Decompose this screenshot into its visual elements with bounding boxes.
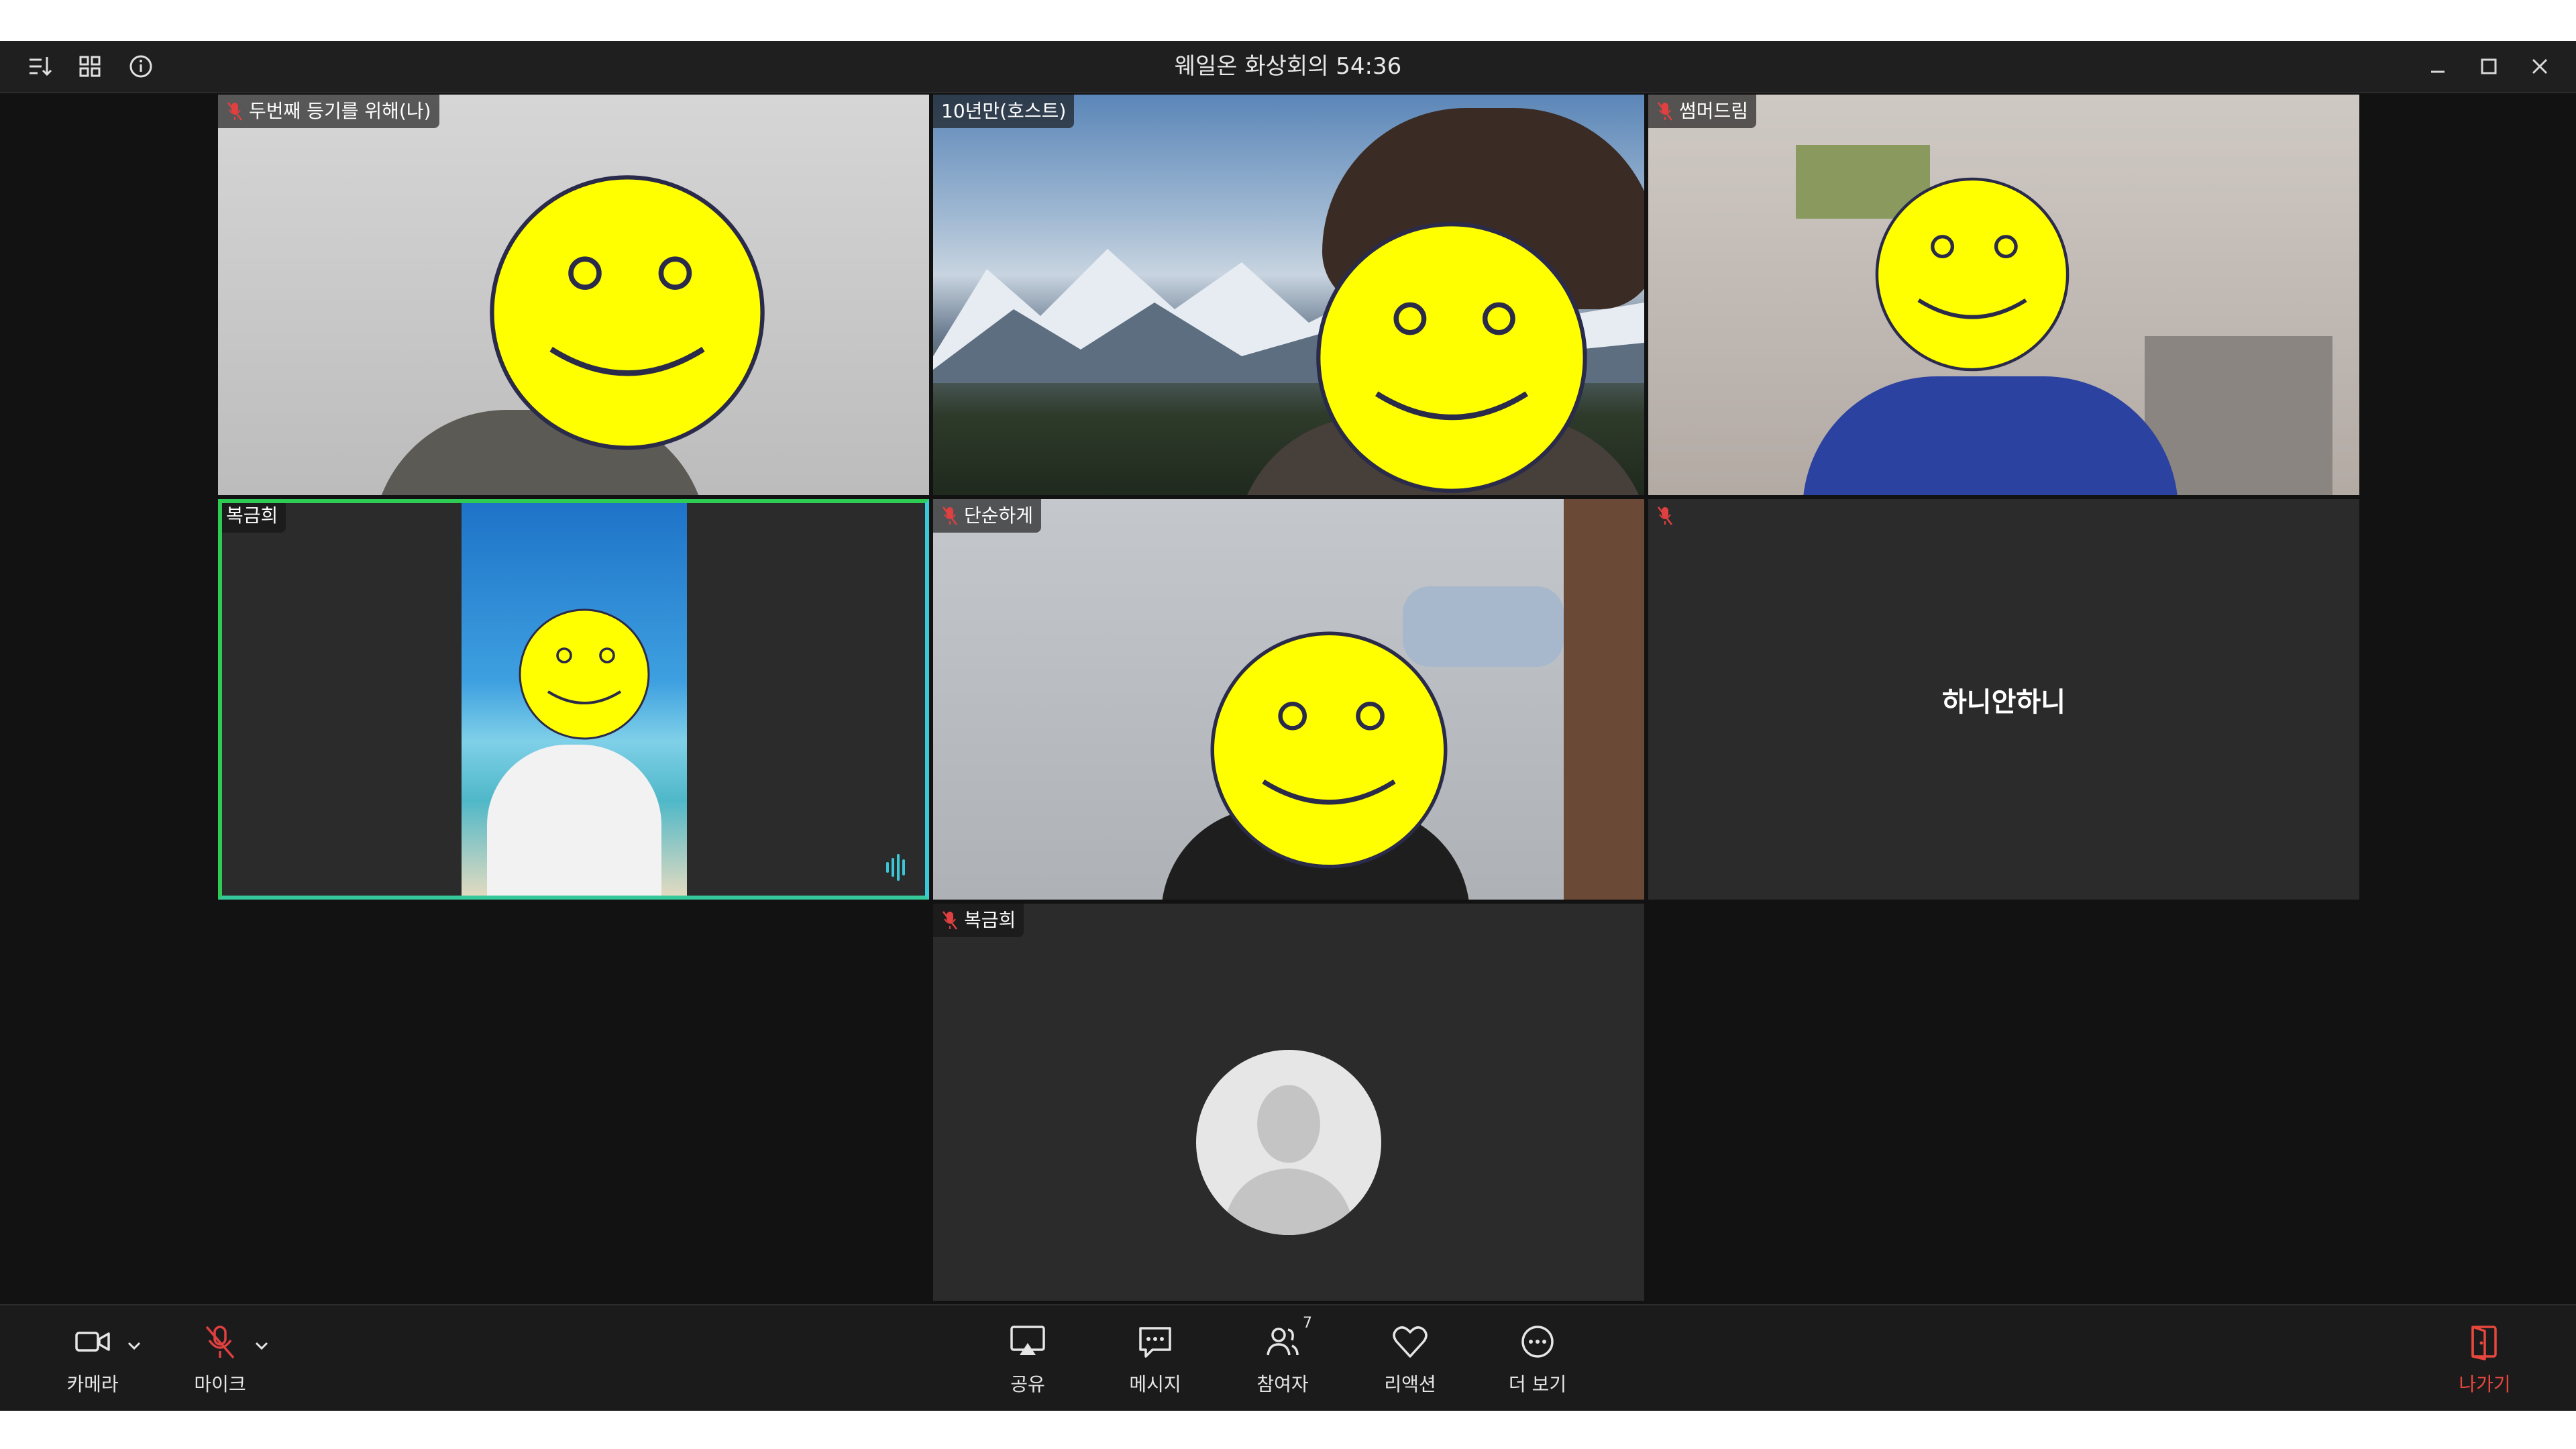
participants-count-badge: 7 (1303, 1314, 1312, 1332)
share-button[interactable]: 공유 (994, 1305, 1061, 1411)
camera-label: 카메라 (66, 1373, 119, 1395)
person-body (1803, 376, 2178, 495)
video-tile-participant[interactable]: 썸머드림 (1648, 95, 2359, 495)
mic-button[interactable]: 마이크 (186, 1305, 254, 1411)
participant-display-name: 하니안하니 (1942, 686, 2065, 718)
participant-name-tag: 단순하게 (933, 499, 1042, 533)
participant-name-tag: 10년만(호스트) (933, 95, 1075, 128)
bottom-toolbar: 카메라 마이크 공유 메시지 7 참여자 리액션 더 보기 나가기 (0, 1304, 2576, 1411)
video-tile-camera-off[interactable]: 복금희 (933, 904, 1644, 1301)
chevron-down-icon[interactable] (126, 1339, 142, 1352)
leave-label: 나가기 (2459, 1373, 2511, 1395)
chat-bubble-icon (1134, 1320, 1177, 1363)
smiley-face-icon (1875, 177, 2070, 372)
smiley-face-icon (1210, 631, 1448, 869)
share-label: 공유 (1010, 1373, 1045, 1395)
smiley-face-icon (1316, 222, 1587, 493)
maximize-icon[interactable] (2473, 50, 2505, 83)
participant-name-tag: 복금희 (222, 503, 286, 533)
reaction-label: 리액션 (1384, 1373, 1436, 1395)
participant-name: 두번째 등기를 위해(나) (249, 100, 431, 122)
participants-label: 참여자 (1256, 1373, 1309, 1395)
video-tile-host[interactable]: 10년만(호스트) (933, 95, 1644, 495)
mic-muted-icon (1658, 102, 1672, 121)
participant-name-tag: 복금희 (933, 904, 1024, 937)
mic-muted-icon (199, 1320, 241, 1363)
video-tile-self[interactable]: 두번째 등기를 위해(나) (218, 95, 929, 495)
video-tile-camera-off[interactable]: 하니안하니 (1648, 499, 2359, 900)
participant-name: 썸머드림 (1679, 100, 1749, 122)
more-label: 더 보기 (1508, 1373, 1567, 1395)
participant-name: 복금희 (964, 909, 1016, 931)
title-bar: 웨일온 화상회의 54:36 (0, 41, 2576, 93)
participant-name: 단순하게 (964, 504, 1034, 527)
screen-share-icon (1006, 1320, 1049, 1363)
meeting-window: 웨일온 화상회의 54:36 두번째 등기를 위해(나) 10년만(호스트) 썸… (0, 41, 2576, 1411)
reaction-button[interactable]: 리액션 (1377, 1305, 1444, 1411)
video-tile-participant[interactable]: 단순하게 (933, 499, 1644, 900)
message-button[interactable]: 메시지 (1122, 1305, 1189, 1411)
more-options-icon (1516, 1320, 1559, 1363)
camera-button[interactable]: 카메라 (59, 1305, 126, 1411)
close-icon[interactable] (2524, 50, 2556, 83)
participant-name-tag: 두번째 등기를 위해(나) (218, 95, 439, 128)
exit-door-icon (2463, 1320, 2506, 1363)
participants-button[interactable]: 7 참여자 (1249, 1305, 1316, 1411)
beach-video-frame (462, 503, 687, 896)
audio-level-icon (886, 854, 905, 881)
mic-muted-icon (943, 506, 957, 525)
smiley-face-icon (490, 175, 765, 450)
video-camera-icon (71, 1320, 114, 1363)
participant-name-tag: 썸머드림 (1648, 95, 1757, 128)
people-icon: 7 (1261, 1315, 1312, 1363)
smiley-face-icon (519, 608, 650, 740)
leave-button[interactable]: 나가기 (2451, 1305, 2518, 1411)
minimize-icon[interactable] (2422, 50, 2454, 83)
mic-muted-icon (227, 102, 242, 121)
person-body (487, 745, 661, 896)
mic-muted-icon (943, 911, 957, 930)
meeting-title: 웨일온 화상회의 54:36 (1174, 53, 1402, 80)
background-furniture (2145, 336, 2332, 495)
chevron-down-icon[interactable] (254, 1339, 270, 1352)
background-shelf (1564, 499, 1644, 900)
avatar (1196, 1050, 1381, 1235)
more-button[interactable]: 더 보기 (1504, 1305, 1571, 1411)
mic-label: 마이크 (194, 1373, 246, 1395)
heart-icon (1389, 1320, 1432, 1363)
participant-name: 복금희 (226, 504, 278, 527)
video-tile-active-speaker[interactable]: 복금희 (218, 499, 929, 900)
participant-name: 10년만(호스트) (941, 100, 1067, 122)
message-label: 메시지 (1129, 1373, 1181, 1395)
